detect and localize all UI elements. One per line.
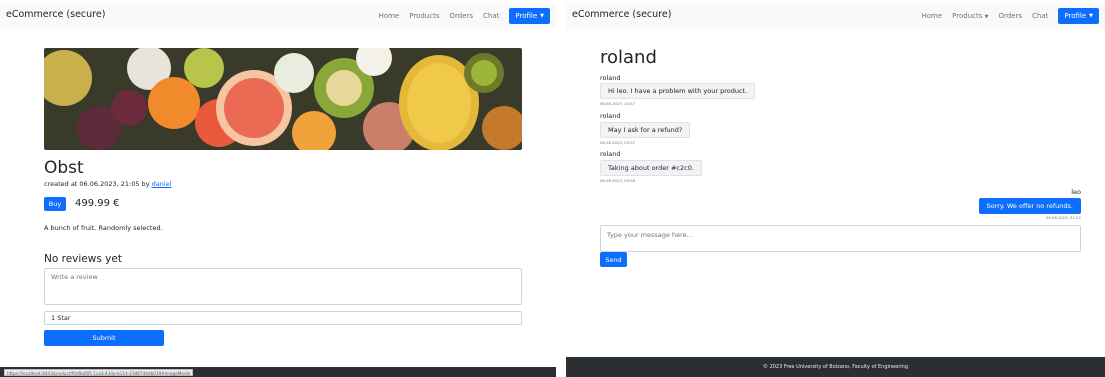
message-sender: roland bbox=[600, 150, 621, 158]
product-image[interactable] bbox=[44, 48, 522, 150]
fruit-shape bbox=[111, 90, 147, 126]
fruit-shape bbox=[326, 70, 362, 106]
message-sender: roland bbox=[600, 74, 621, 82]
status-bar-url: https://localhost:8443/product/f0d9a005-… bbox=[4, 369, 194, 376]
nav-links: Home Products ▼ Orders Chat Profile ▼ bbox=[921, 8, 1099, 24]
fruit-shape bbox=[224, 78, 284, 138]
fruit-shape bbox=[407, 63, 471, 143]
message-timestamp: 06.06.2023, 20:58 bbox=[600, 178, 636, 183]
chat-page-panel: eCommerce (secure) Home Products ▼ Order… bbox=[566, 0, 1105, 377]
submit-review-button[interactable]: Submit bbox=[44, 330, 164, 346]
nav-links: Home Products Orders Chat Profile ▼ bbox=[379, 8, 550, 24]
buy-button[interactable]: Buy bbox=[44, 197, 66, 211]
review-input[interactable] bbox=[44, 268, 522, 305]
nav-chat[interactable]: Chat bbox=[483, 12, 499, 20]
product-page-panel: eCommerce (secure) Home Products Orders … bbox=[0, 0, 556, 377]
nav-home[interactable]: Home bbox=[921, 12, 942, 20]
profile-dropdown-button[interactable]: Profile ▼ bbox=[1058, 8, 1099, 24]
profile-label: Profile bbox=[515, 12, 538, 20]
fruit-shape bbox=[148, 77, 200, 129]
message-bubble: Taking about order #c2c0. bbox=[600, 160, 702, 176]
nav-products-dropdown[interactable]: Products ▼ bbox=[952, 12, 988, 20]
chat-message-input[interactable] bbox=[600, 225, 1081, 252]
rating-selected-value: 1 Star bbox=[51, 314, 71, 322]
chat-partner-title: roland bbox=[600, 47, 657, 68]
created-at-text: created at 06.06.2023, 21:05 by bbox=[44, 180, 152, 188]
navbar: eCommerce (secure) Home Products ▼ Order… bbox=[566, 4, 1105, 29]
message-timestamp: 06.06.2023, 21:02 bbox=[1045, 215, 1081, 220]
nav-home[interactable]: Home bbox=[379, 12, 400, 20]
rating-select[interactable]: 1 Star bbox=[44, 311, 522, 325]
message-timestamp: 06.06.2023, 20:57 bbox=[600, 101, 636, 106]
fruit-shape bbox=[471, 60, 497, 86]
brand-link[interactable]: eCommerce (secure) bbox=[6, 9, 105, 20]
nav-products[interactable]: Products bbox=[409, 12, 439, 20]
message-sender: leo bbox=[1071, 188, 1081, 196]
caret-down-icon: ▼ bbox=[1089, 13, 1093, 19]
send-button[interactable]: Send bbox=[600, 252, 627, 267]
product-price: 499.99 € bbox=[75, 198, 120, 209]
fruit-shape bbox=[184, 48, 224, 88]
product-title: Obst bbox=[44, 158, 84, 178]
author-link[interactable]: daniel bbox=[152, 180, 172, 188]
navbar: eCommerce (secure) Home Products Orders … bbox=[0, 4, 556, 29]
profile-dropdown-button[interactable]: Profile ▼ bbox=[509, 8, 550, 24]
caret-down-icon: ▼ bbox=[540, 13, 544, 19]
reviews-heading: No reviews yet bbox=[44, 253, 122, 265]
message-bubble: May I ask for a refund? bbox=[600, 122, 691, 138]
message-bubble-outgoing: Sorry. We offer no refunds. bbox=[978, 198, 1081, 214]
message-timestamp: 06.06.2023, 20:57 bbox=[600, 140, 636, 145]
nav-chat[interactable]: Chat bbox=[1032, 12, 1048, 20]
fruit-shape bbox=[274, 53, 314, 93]
caret-down-icon: ▼ bbox=[984, 14, 989, 20]
footer: https://localhost:8443/product/f0d9a005-… bbox=[0, 367, 556, 377]
profile-label: Profile bbox=[1064, 12, 1087, 20]
footer-copyright: © 2023 Free University of Bolzano, Facul… bbox=[762, 364, 908, 370]
fruit-image bbox=[44, 48, 522, 150]
nav-orders[interactable]: Orders bbox=[998, 12, 1022, 20]
message-sender: roland bbox=[600, 112, 621, 120]
brand-link[interactable]: eCommerce (secure) bbox=[572, 9, 671, 20]
nav-products-label: Products bbox=[952, 12, 983, 20]
nav-orders[interactable]: Orders bbox=[449, 12, 473, 20]
product-meta: created at 06.06.2023, 21:05 by daniel bbox=[44, 180, 171, 188]
footer: © 2023 Free University of Bolzano, Facul… bbox=[566, 357, 1105, 377]
message-bubble: Hi leo. I have a problem with your produ… bbox=[600, 83, 756, 99]
product-description: A bunch of fruit. Randomly selected. bbox=[44, 224, 163, 232]
